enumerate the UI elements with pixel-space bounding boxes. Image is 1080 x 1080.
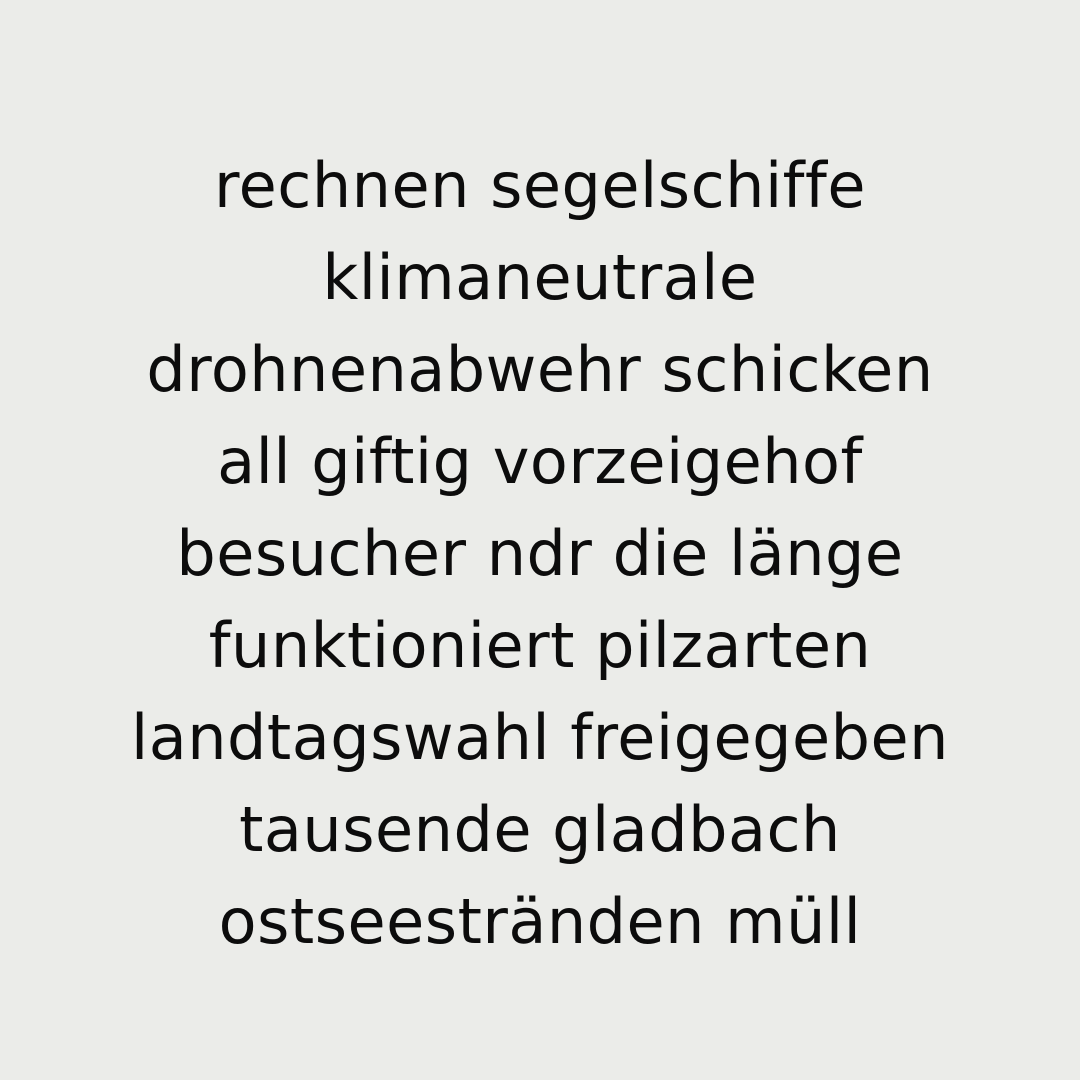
text-line-7: landtagswahl freigegeben — [131, 701, 949, 774]
word-list: rechnen segelschiffe klimaneutrale drohn… — [131, 140, 949, 968]
word-card: rechnen segelschiffe klimaneutrale drohn… — [0, 0, 1080, 1080]
text-line-4: all giftig vorzeigehof — [217, 425, 863, 498]
text-line-1: rechnen segelschiffe — [214, 149, 866, 222]
text-line-2: klimaneutrale — [322, 241, 758, 314]
text-line-3: drohnenabwehr schicken — [146, 333, 934, 406]
text-line-6: funktioniert pilzarten — [208, 609, 872, 682]
text-line-5: besucher ndr die länge — [176, 517, 904, 590]
text-line-8: tausende gladbach — [239, 793, 841, 866]
text-line-9: ostseestränden müll — [218, 885, 862, 958]
